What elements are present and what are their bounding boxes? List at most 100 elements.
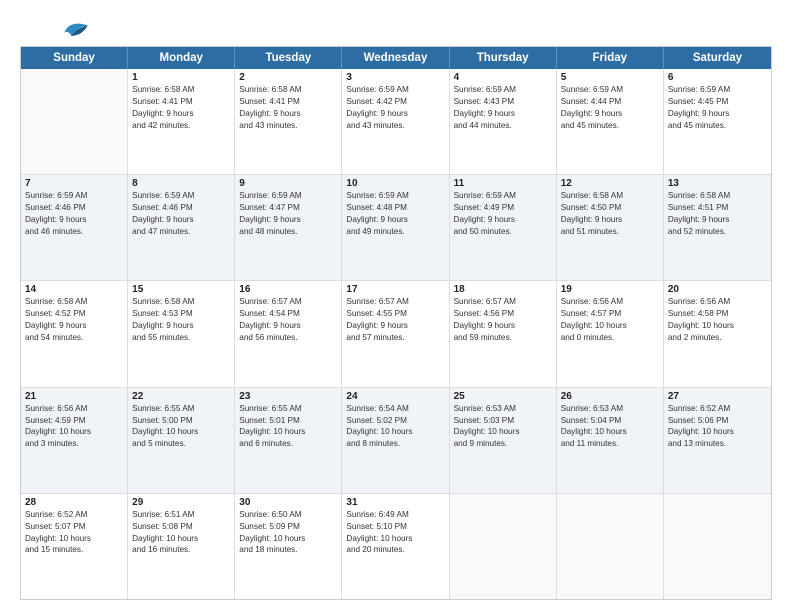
table-row: 9Sunrise: 6:59 AMSunset: 4:47 PMDaylight… — [235, 175, 342, 280]
header-day-tuesday: Tuesday — [235, 47, 342, 69]
day-number: 17 — [346, 284, 444, 295]
cell-text: Sunrise: 6:59 AM — [454, 190, 552, 202]
calendar-header: SundayMondayTuesdayWednesdayThursdayFrid… — [21, 47, 771, 69]
cell-text: Sunset: 4:56 PM — [454, 308, 552, 320]
cell-text: Daylight: 10 hours — [668, 320, 767, 332]
day-number: 18 — [454, 284, 552, 295]
cell-text: Sunset: 4:59 PM — [25, 415, 123, 427]
cell-text: Sunset: 4:48 PM — [346, 202, 444, 214]
day-number: 28 — [25, 497, 123, 508]
cell-text: Daylight: 10 hours — [132, 533, 230, 545]
cell-text: and 59 minutes. — [454, 332, 552, 344]
cell-text: and 13 minutes. — [668, 438, 767, 450]
cell-text: Sunrise: 6:59 AM — [454, 84, 552, 96]
cell-text: Sunset: 5:04 PM — [561, 415, 659, 427]
day-number: 25 — [454, 391, 552, 402]
cell-text: Daylight: 9 hours — [454, 214, 552, 226]
table-row: 4Sunrise: 6:59 AMSunset: 4:43 PMDaylight… — [450, 69, 557, 174]
table-row: 5Sunrise: 6:59 AMSunset: 4:44 PMDaylight… — [557, 69, 664, 174]
cell-text: and 44 minutes. — [454, 120, 552, 132]
day-number: 27 — [668, 391, 767, 402]
cell-text: Sunrise: 6:50 AM — [239, 509, 337, 521]
calendar-week-1: 1Sunrise: 6:58 AMSunset: 4:41 PMDaylight… — [21, 69, 771, 175]
table-row: 31Sunrise: 6:49 AMSunset: 5:10 PMDayligh… — [342, 494, 449, 599]
cell-text: Daylight: 10 hours — [561, 426, 659, 438]
day-number: 5 — [561, 72, 659, 83]
table-row: 2Sunrise: 6:58 AMSunset: 4:41 PMDaylight… — [235, 69, 342, 174]
cell-text: Daylight: 9 hours — [668, 214, 767, 226]
header — [20, 18, 772, 38]
cell-text: Sunrise: 6:58 AM — [25, 296, 123, 308]
cell-text: Sunset: 4:57 PM — [561, 308, 659, 320]
cell-text: Sunrise: 6:53 AM — [561, 403, 659, 415]
cell-text: Sunrise: 6:59 AM — [668, 84, 767, 96]
cell-text: Sunset: 4:54 PM — [239, 308, 337, 320]
calendar-week-3: 14Sunrise: 6:58 AMSunset: 4:52 PMDayligh… — [21, 281, 771, 387]
cell-text: Sunset: 4:44 PM — [561, 96, 659, 108]
cell-text: and 50 minutes. — [454, 226, 552, 238]
table-row — [664, 494, 771, 599]
cell-text: Sunrise: 6:56 AM — [25, 403, 123, 415]
day-number: 22 — [132, 391, 230, 402]
day-number: 20 — [668, 284, 767, 295]
table-row: 29Sunrise: 6:51 AMSunset: 5:08 PMDayligh… — [128, 494, 235, 599]
cell-text: and 47 minutes. — [132, 226, 230, 238]
cell-text: and 51 minutes. — [561, 226, 659, 238]
table-row: 12Sunrise: 6:58 AMSunset: 4:50 PMDayligh… — [557, 175, 664, 280]
cell-text: Daylight: 9 hours — [132, 214, 230, 226]
header-day-wednesday: Wednesday — [342, 47, 449, 69]
cell-text: Daylight: 9 hours — [132, 320, 230, 332]
calendar-week-2: 7Sunrise: 6:59 AMSunset: 4:46 PMDaylight… — [21, 175, 771, 281]
cell-text: Sunset: 4:51 PM — [668, 202, 767, 214]
cell-text: and 45 minutes. — [561, 120, 659, 132]
day-number: 16 — [239, 284, 337, 295]
table-row: 8Sunrise: 6:59 AMSunset: 4:46 PMDaylight… — [128, 175, 235, 280]
table-row: 18Sunrise: 6:57 AMSunset: 4:56 PMDayligh… — [450, 281, 557, 386]
header-day-sunday: Sunday — [21, 47, 128, 69]
day-number: 1 — [132, 72, 230, 83]
cell-text: Daylight: 9 hours — [346, 108, 444, 120]
day-number: 2 — [239, 72, 337, 83]
cell-text: and 9 minutes. — [454, 438, 552, 450]
cell-text: Daylight: 10 hours — [454, 426, 552, 438]
cell-text: Sunrise: 6:51 AM — [132, 509, 230, 521]
cell-text: and 20 minutes. — [346, 544, 444, 556]
day-number: 26 — [561, 391, 659, 402]
cell-text: Sunset: 5:06 PM — [668, 415, 767, 427]
calendar-week-4: 21Sunrise: 6:56 AMSunset: 4:59 PMDayligh… — [21, 388, 771, 494]
cell-text: Daylight: 9 hours — [454, 320, 552, 332]
cell-text: Daylight: 9 hours — [25, 214, 123, 226]
cell-text: Daylight: 9 hours — [346, 320, 444, 332]
cell-text: Sunrise: 6:53 AM — [454, 403, 552, 415]
header-day-friday: Friday — [557, 47, 664, 69]
cell-text: Sunset: 5:03 PM — [454, 415, 552, 427]
header-day-monday: Monday — [128, 47, 235, 69]
cell-text: Daylight: 10 hours — [346, 533, 444, 545]
table-row: 7Sunrise: 6:59 AMSunset: 4:46 PMDaylight… — [21, 175, 128, 280]
cell-text: Sunrise: 6:59 AM — [25, 190, 123, 202]
cell-text: and 42 minutes. — [132, 120, 230, 132]
cell-text: Sunrise: 6:55 AM — [239, 403, 337, 415]
cell-text: and 16 minutes. — [132, 544, 230, 556]
cell-text: Sunset: 4:42 PM — [346, 96, 444, 108]
day-number: 7 — [25, 178, 123, 189]
cell-text: Sunrise: 6:52 AM — [668, 403, 767, 415]
day-number: 29 — [132, 497, 230, 508]
cell-text: Daylight: 9 hours — [239, 108, 337, 120]
cell-text: and 56 minutes. — [239, 332, 337, 344]
cell-text: and 54 minutes. — [25, 332, 123, 344]
cell-text: Sunset: 5:07 PM — [25, 521, 123, 533]
cell-text: Sunset: 4:58 PM — [668, 308, 767, 320]
cell-text: Daylight: 9 hours — [668, 108, 767, 120]
table-row: 30Sunrise: 6:50 AMSunset: 5:09 PMDayligh… — [235, 494, 342, 599]
cell-text: Sunset: 4:49 PM — [454, 202, 552, 214]
table-row: 23Sunrise: 6:55 AMSunset: 5:01 PMDayligh… — [235, 388, 342, 493]
day-number: 9 — [239, 178, 337, 189]
table-row: 13Sunrise: 6:58 AMSunset: 4:51 PMDayligh… — [664, 175, 771, 280]
table-row: 24Sunrise: 6:54 AMSunset: 5:02 PMDayligh… — [342, 388, 449, 493]
table-row: 19Sunrise: 6:56 AMSunset: 4:57 PMDayligh… — [557, 281, 664, 386]
cell-text: and 57 minutes. — [346, 332, 444, 344]
cell-text: Sunrise: 6:59 AM — [239, 190, 337, 202]
day-number: 19 — [561, 284, 659, 295]
cell-text: Sunrise: 6:59 AM — [132, 190, 230, 202]
